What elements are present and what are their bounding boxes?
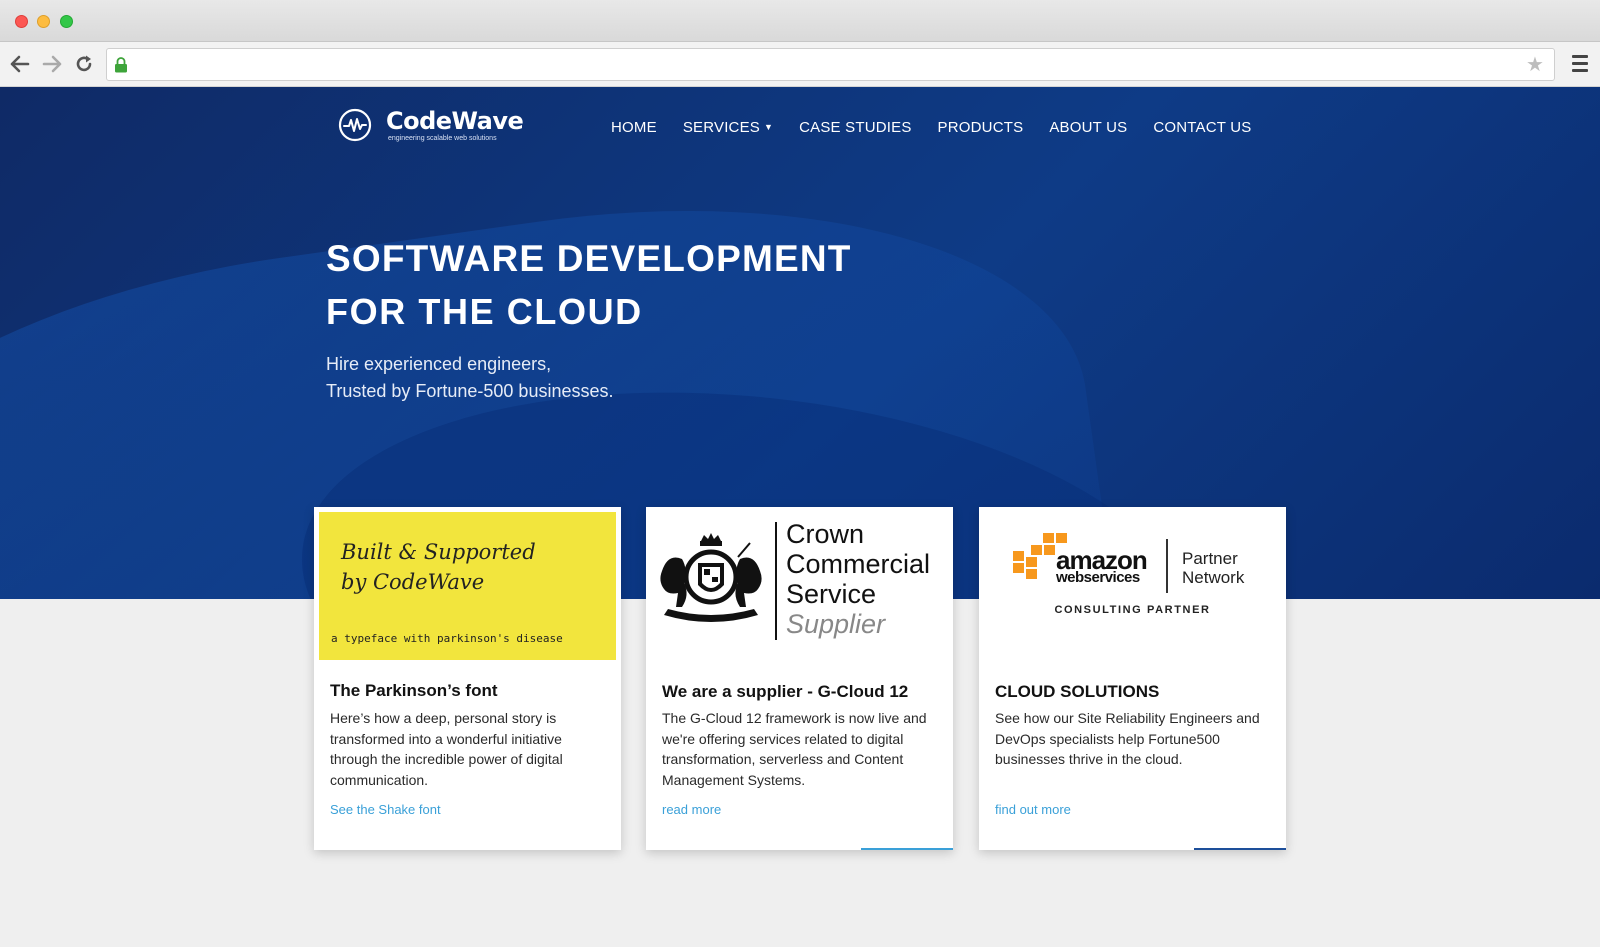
maximize-window-button[interactable] bbox=[60, 15, 73, 28]
back-button[interactable] bbox=[8, 51, 32, 77]
lock-icon bbox=[115, 57, 127, 73]
card-cloud-solutions: amazon webservices Partner Network CONSU… bbox=[979, 507, 1286, 850]
nav-case-studies[interactable]: CASE STUDIES bbox=[799, 119, 911, 136]
browser-toolbar: ★ bbox=[0, 42, 1600, 87]
brand-name: CodeWave bbox=[386, 107, 524, 135]
handwritten-line: Built & Supported bbox=[341, 540, 536, 564]
banner-caption: a typeface with parkinson's disease bbox=[331, 632, 563, 645]
ccs-line: Crown bbox=[786, 519, 865, 549]
reload-icon bbox=[76, 55, 92, 72]
card-title: CLOUD SOLUTIONS bbox=[995, 682, 1160, 701]
partner-line: Network bbox=[1182, 568, 1245, 587]
minimize-window-button[interactable] bbox=[37, 15, 50, 28]
shake-font-banner: Built & Supported by CodeWave a typeface… bbox=[319, 512, 616, 660]
handwritten-line: by CodeWave bbox=[341, 570, 485, 594]
hero-subtitle: FOR THE CLOUD bbox=[326, 291, 643, 332]
wave-logo-icon bbox=[338, 108, 372, 142]
read-more-link[interactable]: read more bbox=[662, 802, 721, 817]
hero-title: SOFTWARE DEVELOPMENT bbox=[326, 238, 852, 279]
aws-wordmark-sub: webservices bbox=[1056, 569, 1140, 586]
hero-description: Hire experienced engineers, Trusted by F… bbox=[326, 351, 613, 405]
brand-tagline: engineering scalable web solutions bbox=[388, 135, 497, 142]
browser-menu-icon[interactable] bbox=[1572, 55, 1588, 73]
nav-services-label: SERVICES bbox=[682, 119, 760, 136]
card-title: We are a supplier - G-Cloud 12 bbox=[662, 682, 909, 701]
hero-description-line1: Hire experienced engineers, bbox=[326, 354, 552, 374]
card-accent-bar bbox=[1194, 848, 1286, 850]
see-shake-font-link[interactable]: See the Shake font bbox=[330, 802, 441, 817]
address-bar[interactable]: ★ bbox=[106, 48, 1555, 81]
main-navigation: HOME SERVICES ▼ CASE STUDIES PRODUCTS ABO… bbox=[611, 119, 1277, 136]
card-image: amazon webservices Partner Network CONSU… bbox=[979, 507, 1286, 663]
card-text: The G-Cloud 12 framework is now live and… bbox=[662, 710, 927, 788]
reload-button[interactable] bbox=[72, 51, 96, 77]
hero-description-line2: Trusted by Fortune-500 businesses. bbox=[326, 381, 614, 401]
ccs-line: Commercial bbox=[786, 549, 931, 579]
crown-commercial-service-logo-text: Crown Commercial Service Supplier bbox=[786, 519, 930, 639]
arrow-right-icon bbox=[42, 55, 62, 73]
card-text: See how our Site Reliability Engineers a… bbox=[995, 710, 1260, 767]
nav-services[interactable]: SERVICES ▼ bbox=[683, 119, 773, 136]
web-page: CodeWave engineering scalable web soluti… bbox=[0, 87, 1600, 947]
card-parkinsons-font: Built & Supported by CodeWave a typeface… bbox=[314, 507, 621, 850]
forward-button[interactable] bbox=[40, 51, 64, 77]
arrow-left-icon bbox=[10, 55, 30, 73]
ccs-line: Service bbox=[786, 579, 877, 609]
logo-divider bbox=[775, 522, 777, 640]
card-text: Here’s how a deep, personal story is tra… bbox=[330, 710, 563, 788]
card-title: The Parkinson’s font bbox=[330, 681, 498, 700]
nav-products[interactable]: PRODUCTS bbox=[938, 119, 1024, 136]
royal-crest-icon bbox=[660, 533, 762, 622]
close-window-button[interactable] bbox=[15, 15, 28, 28]
find-out-more-link[interactable]: find out more bbox=[995, 802, 1071, 817]
card-image: Built & Supported by CodeWave a typeface… bbox=[314, 507, 621, 663]
caret-down-icon: ▼ bbox=[764, 122, 774, 132]
nav-contact-us[interactable]: CONTACT US bbox=[1153, 119, 1251, 136]
codewave-logo[interactable]: CodeWave engineering scalable web soluti… bbox=[338, 107, 524, 147]
logo-divider bbox=[1166, 539, 1168, 593]
nav-home[interactable]: HOME bbox=[611, 119, 657, 136]
card-accent-bar bbox=[861, 848, 953, 850]
bookmark-star-icon[interactable]: ★ bbox=[1526, 55, 1546, 75]
consulting-partner-label: CONSULTING PARTNER bbox=[1054, 604, 1211, 616]
card-image: Crown Commercial Service Supplier bbox=[646, 507, 953, 663]
partner-network-label: Partner Network bbox=[1182, 549, 1244, 587]
ccs-line: Supplier bbox=[786, 609, 886, 639]
browser-titlebar bbox=[0, 0, 1600, 42]
card-g-cloud: Crown Commercial Service Supplier We are… bbox=[646, 507, 953, 850]
nav-about-us[interactable]: ABOUT US bbox=[1049, 119, 1127, 136]
partner-line: Partner bbox=[1182, 549, 1238, 568]
